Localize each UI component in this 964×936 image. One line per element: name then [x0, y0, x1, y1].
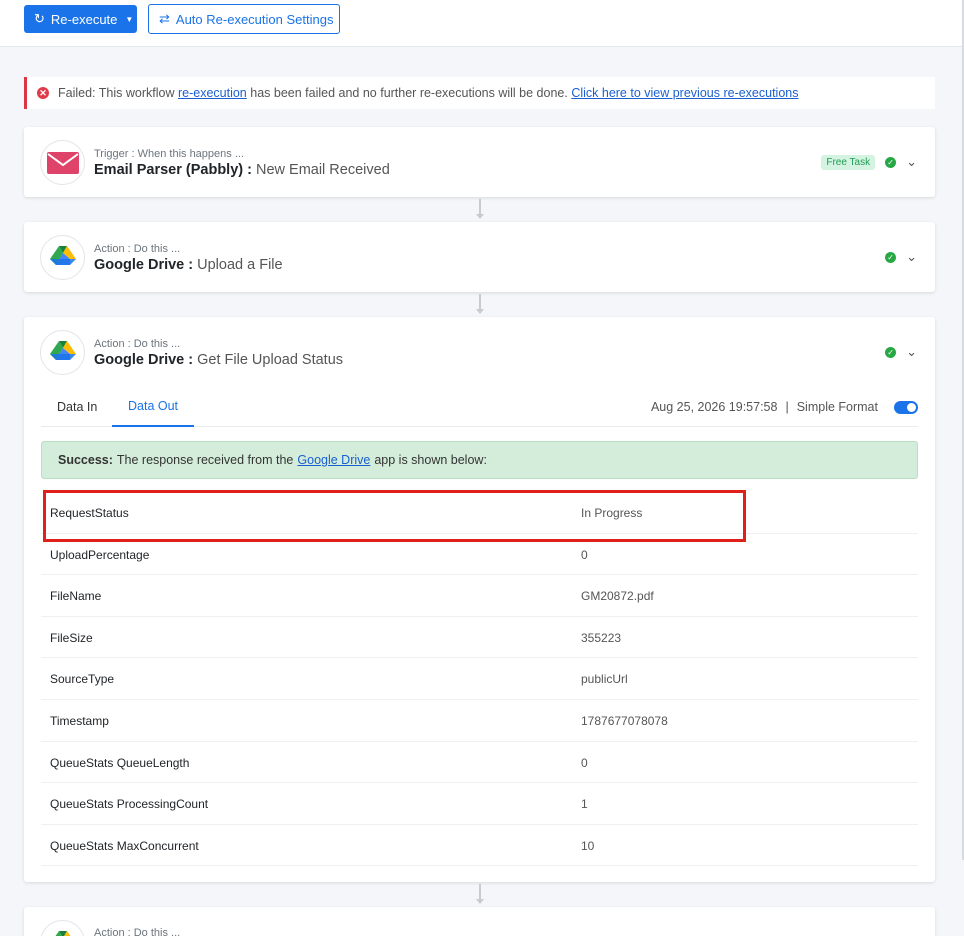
- success-label: Success:: [58, 453, 113, 467]
- row-value: 0: [581, 547, 588, 562]
- step-app: Google Drive :: [94, 352, 194, 368]
- step-app: Email Parser (Pabbly) :: [94, 162, 252, 178]
- step-status: Free Task ✓ ⌄: [821, 154, 917, 170]
- success-text-post: app is shown below:: [374, 453, 487, 467]
- alert-middle: has been failed and no further re-execut…: [250, 86, 568, 100]
- tab-data-out[interactable]: Data Out: [112, 387, 195, 427]
- google-drive-icon: [54, 930, 71, 936]
- row-value: 10: [581, 838, 595, 853]
- auto-settings-label: Auto Re-execution Settings: [175, 11, 334, 27]
- simple-format-label: Simple Format: [796, 400, 878, 414]
- row-value: 355223: [581, 630, 622, 645]
- row-key: QueueStats MaxConcurrent: [50, 838, 199, 853]
- refresh-icon: ↻: [34, 11, 45, 26]
- step-header[interactable]: Action : Do this ... Google Drive : Uplo…: [24, 222, 935, 292]
- previous-reexecutions-link[interactable]: Click here to view previous re-execution…: [571, 86, 798, 100]
- check-icon: ✓: [885, 346, 897, 358]
- response-table: RequestStatus In Progress UploadPercentage…: [41, 492, 918, 867]
- trigger-step-card[interactable]: Trigger : When this happens ... Email Pa…: [24, 127, 935, 197]
- row-value: 1: [581, 797, 588, 812]
- step-header[interactable]: Action : Do this ... Google Drive : Get …: [24, 317, 935, 387]
- step-event: Get File Upload Status: [197, 352, 344, 368]
- step-type: Trigger : When this happens ...: [94, 148, 244, 160]
- step-connector: [476, 294, 484, 314]
- step-title: Google Drive : Upload a File: [94, 257, 283, 273]
- expanded-step-card[interactable]: Action : Do this ... Google Drive : Get …: [24, 317, 935, 882]
- step-type: Action : Do this ...: [94, 243, 181, 255]
- action-step-card[interactable]: Action : Do this ... Google Drive : Uplo…: [24, 222, 935, 292]
- failed-alert: ✕ Failed: This workflow re-execution has…: [24, 77, 935, 109]
- envelope-icon: [46, 151, 79, 174]
- row-value: publicUrl: [581, 672, 628, 687]
- check-icon: ✓: [885, 156, 897, 168]
- step-title: Google Drive : Get File Upload Status: [94, 352, 343, 368]
- step-header[interactable]: Trigger : When this happens ... Email Pa…: [24, 127, 935, 197]
- row-key: FileName: [50, 589, 102, 604]
- google-drive-logo: [40, 920, 85, 936]
- row-value: 0: [581, 755, 588, 770]
- step-title: Email Parser (Pabbly) : New Email Receiv…: [94, 162, 390, 178]
- error-icon: ✕: [37, 87, 49, 99]
- google-drive-logo: [40, 235, 85, 280]
- response-meta: Aug 25, 2026 19:57:58 | Simple Format: [651, 400, 918, 414]
- google-drive-link[interactable]: Google Drive: [297, 453, 370, 467]
- table-row: QueueStats MaxConcurrent 10: [41, 825, 918, 867]
- check-icon: ✓: [885, 251, 897, 263]
- row-value: GM20872.pdf: [581, 589, 654, 604]
- meta-separator: |: [785, 400, 789, 414]
- google-drive-icon: [49, 340, 76, 360]
- data-tabs: Data In Data Out Aug 25, 2026 19:57:58 |…: [41, 387, 918, 427]
- caret-down-icon: ▼: [125, 14, 134, 24]
- top-toolbar: ↻ Re-execute ▼ ⇄ Auto Re-execution Setti…: [0, 0, 964, 47]
- row-key: SourceType: [50, 672, 115, 687]
- row-key: FileSize: [50, 630, 93, 645]
- email-parser-logo: [40, 140, 85, 185]
- repeat-icon: ⇄: [159, 11, 170, 26]
- row-value: 1787677078078: [581, 713, 668, 728]
- google-drive-logo: [40, 330, 85, 375]
- table-row: QueueStats ProcessingCount 1: [41, 783, 918, 825]
- row-key: UploadPercentage: [50, 547, 150, 562]
- re-execution-link[interactable]: re-execution: [178, 86, 247, 100]
- row-key: QueueStats ProcessingCount: [50, 797, 209, 812]
- step-connector: [476, 884, 484, 904]
- request-status-highlight: [43, 490, 746, 542]
- step-type: Action : Do this ...: [94, 927, 181, 936]
- chevron-down-icon[interactable]: ⌄: [906, 154, 917, 170]
- re-execute-label: Re-execute: [50, 11, 118, 27]
- response-timestamp: Aug 25, 2026 19:57:58: [650, 400, 778, 414]
- alert-prefix: Failed: This workflow: [58, 86, 175, 100]
- table-row: Timestamp 1787677078078: [41, 700, 918, 742]
- auto-reexecution-settings-button[interactable]: ⇄ Auto Re-execution Settings: [148, 4, 340, 34]
- simple-format-toggle[interactable]: [894, 400, 918, 414]
- chevron-down-icon[interactable]: ⌄: [906, 249, 917, 265]
- step-type: Action : Do this ...: [94, 338, 181, 350]
- step-event: Upload a File: [197, 257, 283, 273]
- step-app: Google Drive :: [94, 257, 194, 273]
- success-message: Success: The response received from the …: [41, 441, 918, 479]
- success-text-pre: The response received from the: [116, 453, 294, 467]
- step-connector: [476, 199, 484, 219]
- free-task-badge: Free Task: [821, 154, 876, 170]
- step-status: ✓ ⌄: [885, 344, 917, 360]
- step-event: New Email Received: [255, 162, 390, 178]
- tab-data-in[interactable]: Data In: [41, 387, 113, 427]
- row-key: Timestamp: [50, 713, 109, 728]
- table-row: FileName GM20872.pdf: [41, 575, 918, 617]
- next-step-card[interactable]: Action : Do this ...: [24, 907, 935, 936]
- table-row: SourceType publicUrl: [41, 658, 918, 700]
- table-row: FileSize 355223: [41, 617, 918, 659]
- row-key: QueueStats QueueLength: [50, 755, 190, 770]
- table-row: QueueStats QueueLength 0: [41, 742, 918, 784]
- google-drive-icon: [49, 245, 76, 265]
- re-execute-button[interactable]: ↻ Re-execute ▼: [24, 5, 137, 33]
- chevron-down-icon[interactable]: ⌄: [906, 344, 917, 360]
- step-status: ✓ ⌄: [885, 249, 917, 265]
